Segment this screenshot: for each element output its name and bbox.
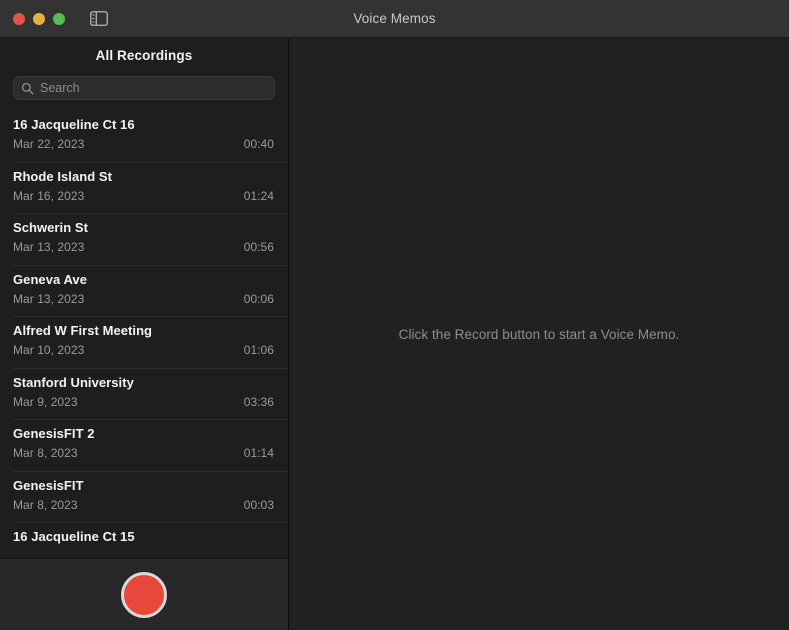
recording-row[interactable]: 16 Jacqueline Ct 15 [0, 522, 288, 558]
minimize-window-button[interactable] [33, 12, 45, 25]
recordings-sidebar: All Recordings 16 Jacqueline Ct 16 Mar 22… [0, 38, 289, 630]
recording-date: Mar 13, 2023 [13, 291, 85, 306]
sidebar-toggle-icon [90, 11, 108, 26]
recording-row[interactable]: Schwerin St Mar 13, 2023 00:56 [0, 213, 288, 265]
recording-meta: Mar 13, 2023 00:56 [13, 240, 274, 254]
empty-state-message: Click the Record button to start a Voice… [398, 326, 680, 342]
recordings-list[interactable]: 16 Jacqueline Ct 16 Mar 22, 2023 00:40 Rhod… [0, 110, 288, 558]
recording-title: 16 Jacqueline Ct 15 [13, 529, 135, 544]
recording-date: Mar 16, 2023 [13, 188, 85, 203]
recording-row[interactable]: Alfred W First Meeting Mar 10, 2023 01:06 [0, 316, 288, 368]
record-toolbar [0, 558, 288, 630]
recording-date: Mar 9, 2023 [13, 394, 78, 409]
record-button[interactable] [121, 571, 167, 618]
recording-title: Geneva Ave [13, 271, 87, 287]
recording-date: Mar 8, 2023 [13, 446, 78, 460]
recording-row[interactable]: 16 Jacqueline Ct 16 Mar 22, 2023 00:40 [0, 110, 288, 162]
recording-meta: Mar 13, 2023 00:06 [13, 292, 274, 306]
sidebar-toggle-button[interactable] [87, 8, 111, 30]
recording-row[interactable]: GenesisFIT 2 Mar 8, 2023 01:14 [0, 419, 288, 471]
recording-duration: 03:36 [243, 394, 274, 409]
recording-meta: Mar 8, 2023 01:14 [13, 446, 274, 460]
maximize-window-button[interactable] [53, 12, 65, 25]
search-container [0, 72, 288, 110]
recording-date: Mar 13, 2023 [13, 240, 85, 254]
recording-row[interactable]: GenesisFIT Mar 8, 2023 00:03 [0, 470, 288, 523]
search-input[interactable] [40, 81, 267, 95]
list-header-title: All Recordings [95, 47, 193, 63]
recording-duration: 00:40 [243, 137, 274, 151]
recording-meta: Mar 8, 2023 00:03 [13, 498, 274, 512]
recording-meta: Mar 10, 2023 01:06 [13, 343, 274, 357]
recording-duration: 00:56 [243, 240, 274, 254]
search-icon [21, 82, 34, 94]
recording-duration: 01:14 [243, 446, 274, 460]
title-bar: Voice Memos [0, 0, 789, 38]
voice-memos-window: Voice Memos All Recordings 16 Jacqueline… [0, 0, 789, 630]
recording-title: 16 Jacqueline Ct 16 [13, 117, 135, 132]
recording-title: Rhode Island St [13, 168, 112, 184]
recording-meta: Mar 9, 2023 03:36 [13, 395, 274, 409]
recording-title: Stanford University [13, 374, 134, 390]
recording-row[interactable]: Stanford University Mar 9, 2023 03:36 [0, 367, 288, 420]
recording-date: Mar 10, 2023 [13, 343, 85, 357]
recording-title: GenesisFIT [13, 477, 84, 493]
recording-row[interactable]: Rhode Island St Mar 16, 2023 01:24 [0, 161, 288, 214]
recording-duration: 00:03 [243, 497, 274, 512]
recording-duration: 01:24 [243, 188, 274, 203]
window-title: Voice Memos [353, 11, 436, 26]
traffic-lights [0, 12, 65, 25]
detail-pane: Click the Record button to start a Voice… [289, 38, 789, 630]
close-window-button[interactable] [13, 12, 25, 25]
recording-title: GenesisFIT 2 [13, 426, 95, 441]
recording-title: Schwerin St [13, 220, 88, 235]
recording-row[interactable]: Geneva Ave Mar 13, 2023 00:06 [0, 264, 288, 317]
recording-duration: 01:06 [243, 343, 274, 357]
window-body: All Recordings 16 Jacqueline Ct 16 Mar 22… [0, 38, 789, 630]
recording-meta: Mar 22, 2023 00:40 [13, 137, 274, 151]
recording-title: Alfred W First Meeting [13, 323, 153, 338]
recording-date: Mar 22, 2023 [13, 137, 85, 151]
recording-meta: Mar 16, 2023 01:24 [13, 189, 274, 203]
search-field[interactable] [13, 76, 275, 100]
recording-date: Mar 8, 2023 [13, 497, 78, 512]
recording-duration: 00:06 [243, 291, 274, 306]
